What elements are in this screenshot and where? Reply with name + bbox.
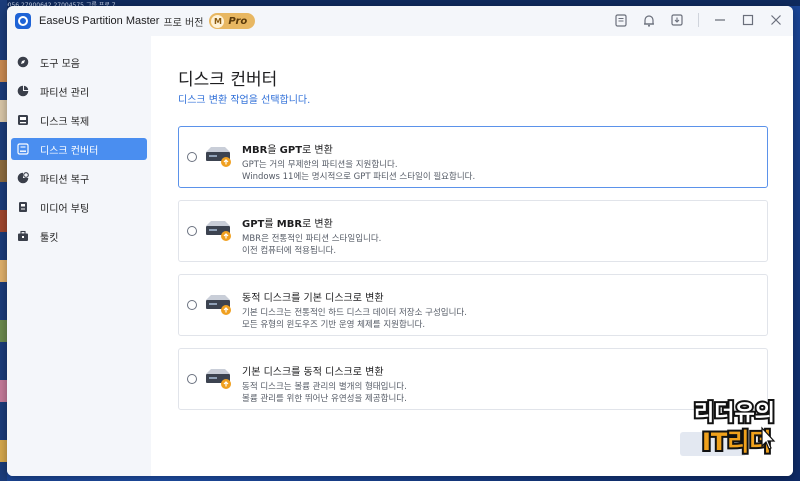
radio-button[interactable] bbox=[187, 226, 197, 236]
pro-badge-logo-icon: M bbox=[211, 14, 225, 28]
desktop-thumbnail bbox=[0, 160, 7, 182]
sidebar-item-partition-manager[interactable]: 파티션 관리 bbox=[11, 80, 147, 102]
download-icon[interactable] bbox=[670, 13, 684, 27]
sidebar-item-label: 도구 모음 bbox=[40, 58, 80, 70]
disk-convert-icon bbox=[17, 143, 29, 155]
sidebar-item-toolkit[interactable]: 툴킷 bbox=[11, 225, 147, 247]
option-description: MBR은 전통적인 파티션 스타일입니다. 이전 컴퓨터에 적용됩니다. bbox=[242, 233, 381, 257]
option-title: MBR을 GPT로 변환 bbox=[242, 145, 333, 156]
app-logo-icon bbox=[15, 13, 31, 29]
option-description-line: 볼륨 관리를 위한 뛰어난 유연성을 제공합니다. bbox=[242, 394, 407, 404]
minimize-icon[interactable] bbox=[713, 13, 727, 27]
radio-button[interactable] bbox=[187, 152, 197, 162]
sidebar-item-label: 툴킷 bbox=[40, 232, 59, 244]
compass-icon bbox=[17, 56, 29, 68]
option-description: 동적 디스크는 볼륨 관리의 별개의 형태입니다. 볼륨 관리를 위한 뛰어난 … bbox=[242, 381, 407, 405]
pro-badge[interactable]: M Pro bbox=[209, 13, 256, 29]
desktop-icon-strip bbox=[0, 0, 7, 481]
desktop-thumbnail bbox=[0, 440, 7, 462]
maximize-icon[interactable] bbox=[741, 13, 755, 27]
option-description-line: 기본 디스크는 전통적인 하드 디스크 데이터 저장소 구성입니다. bbox=[242, 308, 467, 318]
option-description-line: MBR은 전통적인 파티션 스타일입니다. bbox=[242, 234, 382, 244]
sidebar-item-label: 파티션 관리 bbox=[40, 87, 90, 99]
app-edition: 프로 버전 bbox=[163, 17, 204, 29]
title-bar: EaseUS Partition Master 프로 버전 M Pro bbox=[7, 6, 793, 36]
toolbox-icon bbox=[17, 230, 29, 242]
sidebar-item-label: 디스크 컨버터 bbox=[40, 145, 99, 157]
bell-icon[interactable] bbox=[642, 13, 656, 27]
watermark-logo: 리더유의 IT리더 bbox=[692, 399, 776, 458]
option-card-basic-to-dynamic[interactable]: 기본 디스크를 동적 디스크로 변환 동적 디스크는 볼륨 관리의 별개의 형태… bbox=[178, 348, 768, 410]
option-description: 기본 디스크는 전통적인 하드 디스크 데이터 저장소 구성입니다. 모든 유형… bbox=[242, 307, 467, 331]
sidebar-item-disk-clone[interactable]: 디스크 복제 bbox=[11, 109, 147, 131]
desktop-thumbnail bbox=[0, 320, 7, 342]
close-icon[interactable] bbox=[769, 13, 783, 27]
desktop-thumbnail bbox=[0, 100, 7, 122]
disk-convert-icon bbox=[206, 221, 231, 241]
pro-badge-label: Pro bbox=[228, 15, 248, 27]
sidebar-item-media-boot[interactable]: 미디어 부팅 bbox=[11, 196, 147, 218]
option-title: GPT를 MBR로 변환 bbox=[242, 219, 333, 230]
radio-button[interactable] bbox=[187, 374, 197, 384]
pie-chart-icon bbox=[17, 85, 29, 97]
page-title: 디스크 컨버터 bbox=[178, 70, 278, 90]
watermark-line1: 리더유의 bbox=[694, 401, 775, 426]
disk-convert-icon bbox=[206, 369, 231, 389]
sidebar-item-partition-recovery[interactable]: 파티션 복구 bbox=[11, 167, 147, 189]
option-description-line: 동적 디스크는 볼륨 관리의 별개의 형태입니다. bbox=[242, 382, 407, 392]
option-description-line: 모든 유형의 윈도우즈 기반 운영 체제를 지원합니다. bbox=[242, 320, 426, 330]
option-title: 동적 디스크를 기본 디스크로 변환 bbox=[242, 293, 384, 304]
option-description-line: Windows 11에는 명시적으로 GPT 파티션 스타일이 필요합니다. bbox=[242, 172, 476, 182]
desktop-thumbnail bbox=[0, 210, 7, 232]
sidebar-item-disk-converter[interactable]: 디스크 컨버터 bbox=[11, 138, 147, 160]
disk-convert-icon bbox=[206, 295, 231, 315]
feedback-icon[interactable] bbox=[614, 13, 628, 27]
sidebar-item-toolbox-collection[interactable]: 도구 모음 bbox=[11, 51, 147, 73]
app-title: EaseUS Partition Master bbox=[39, 15, 160, 27]
media-boot-icon bbox=[17, 201, 29, 213]
disk-convert-icon bbox=[206, 147, 231, 167]
titlebar-divider bbox=[698, 13, 699, 27]
watermark-line2: IT리더 bbox=[702, 428, 771, 456]
app-window: EaseUS Partition Master 프로 버전 M Pro 도구 모… bbox=[7, 6, 793, 476]
partition-recovery-icon bbox=[17, 172, 29, 184]
option-description-line: GPT는 거의 무제한의 파티션을 지원합니다. bbox=[242, 160, 398, 170]
sidebar-item-label: 미디어 부팅 bbox=[40, 203, 90, 215]
disk-clone-icon bbox=[17, 114, 29, 126]
option-description: GPT는 거의 무제한의 파티션을 지원합니다. Windows 11에는 명시… bbox=[242, 159, 475, 183]
option-card-mbr-to-gpt[interactable]: MBR을 GPT로 변환 GPT는 거의 무제한의 파티션을 지원합니다. Wi… bbox=[178, 126, 768, 188]
desktop-thumbnail bbox=[0, 380, 7, 402]
desktop-thumbnail bbox=[0, 260, 7, 282]
option-description-line: 이전 컴퓨터에 적용됩니다. bbox=[242, 246, 337, 256]
sidebar: 도구 모음 파티션 관리 디스크 복제 디스크 컨버터 파티션 복구 미디어 부… bbox=[7, 36, 151, 476]
option-card-dynamic-to-basic[interactable]: 동적 디스크를 기본 디스크로 변환 기본 디스크는 전통적인 하드 디스크 데… bbox=[178, 274, 768, 336]
option-card-gpt-to-mbr[interactable]: GPT를 MBR로 변환 MBR은 전통적인 파티션 스타일입니다. 이전 컴퓨… bbox=[178, 200, 768, 262]
radio-button[interactable] bbox=[187, 300, 197, 310]
desktop-thumbnail bbox=[0, 60, 7, 82]
option-title: 기본 디스크를 동적 디스크로 변환 bbox=[242, 367, 384, 378]
sidebar-item-label: 파티션 복구 bbox=[40, 174, 90, 186]
sidebar-item-label: 디스크 복제 bbox=[40, 116, 90, 128]
page-subtitle: 디스크 변환 작업을 선택합니다. bbox=[178, 95, 311, 106]
